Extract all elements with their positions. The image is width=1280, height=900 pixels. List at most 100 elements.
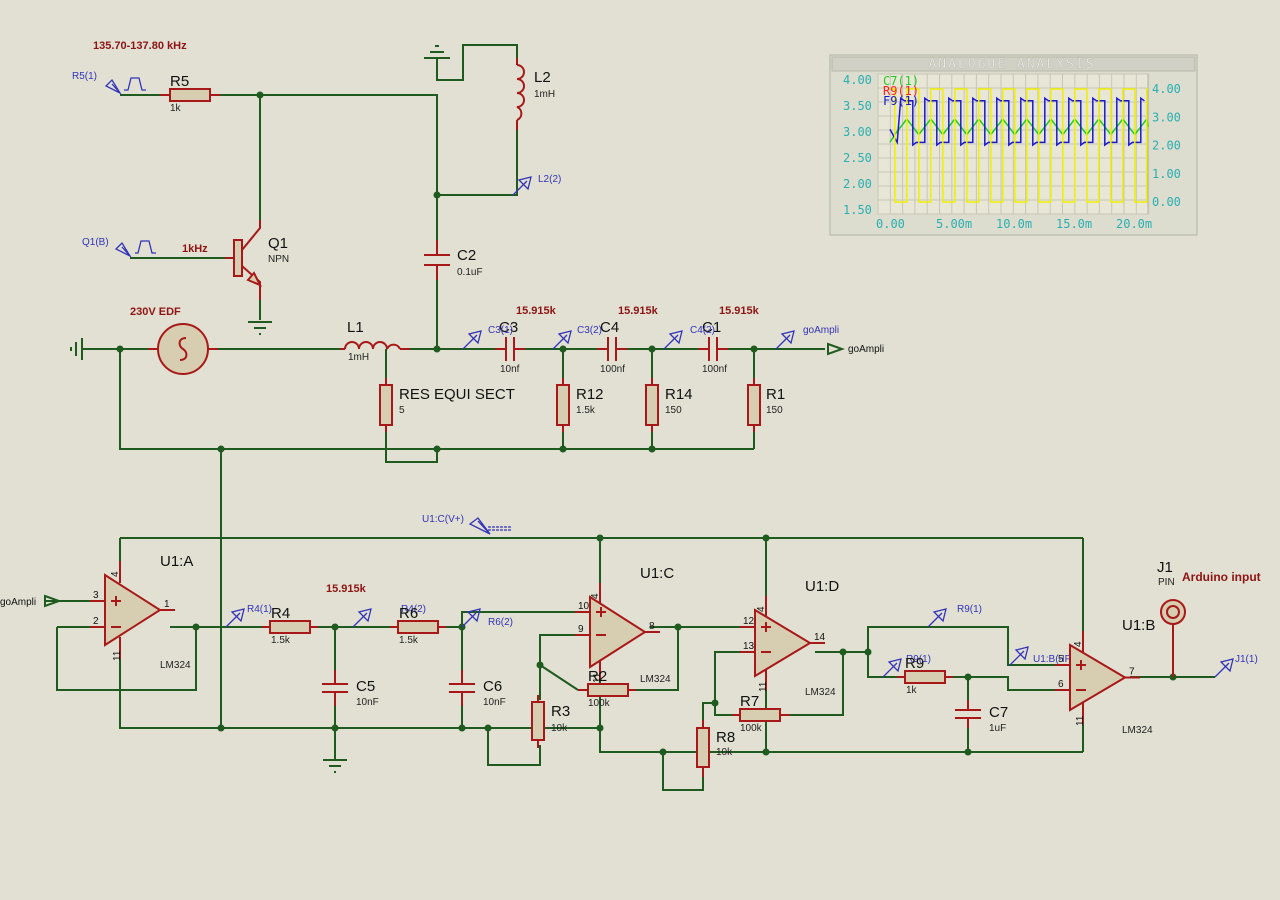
arduino-input-note: Arduino input xyxy=(1182,570,1261,584)
probe-r41[interactable]: R4(1) xyxy=(225,604,272,628)
r4-value: 1.5k xyxy=(271,635,291,646)
capacitor-c6[interactable]: C6 10nF xyxy=(449,670,506,708)
pin-number: 13 xyxy=(743,641,755,652)
capacitor-c2[interactable]: C2 0.1uF xyxy=(424,240,483,280)
opamp-ref: U1:B xyxy=(1122,617,1155,634)
potentiometer-r8[interactable]: R8 10k xyxy=(696,720,735,777)
r4-ref: R4 xyxy=(271,605,290,622)
probe-arrow-icon xyxy=(512,176,532,196)
capacitor-c7[interactable]: C7 1uF xyxy=(955,700,1008,734)
probe-label: C3(2) xyxy=(577,325,602,336)
pin-number: 4 xyxy=(110,571,121,577)
probe-label: J1(1) xyxy=(1235,654,1258,665)
graph-legend: C7(1)R9(1)F9(1) xyxy=(883,74,919,108)
opamp-ref: U1:D xyxy=(805,578,839,595)
pin-number: 11 xyxy=(112,650,123,661)
resistor-r6[interactable]: R6 1.5k xyxy=(390,605,446,646)
c6-value: 10nF xyxy=(483,697,506,708)
c4-freq-note: 15.915k xyxy=(618,305,659,317)
r3-value: 10k xyxy=(551,723,568,734)
graph-title: ANALOGUE ANALYSIS xyxy=(928,57,1095,72)
probe-j1[interactable]: J1(1) xyxy=(1214,654,1258,678)
resistor-res-equi-sect[interactable]: RES EQUI SECT 5 xyxy=(379,378,515,432)
opamp-value: LM324 xyxy=(160,660,191,671)
probe-label: goAmpli xyxy=(803,325,839,336)
resistor-r14[interactable]: R14 150 xyxy=(645,378,693,432)
potentiometer-r2[interactable]: R2 100k xyxy=(578,668,636,709)
potentiometer-r3[interactable]: R3 10k xyxy=(531,695,570,748)
probe-l2[interactable]: L2(2) xyxy=(512,174,561,196)
pin-number: 11 xyxy=(758,681,769,692)
resistor-r1[interactable]: R1 150 xyxy=(747,378,785,432)
probe-arrow-icon xyxy=(1214,658,1234,678)
probe-c4[interactable]: C4(2) xyxy=(663,325,715,350)
x-tick: 15.0m xyxy=(1056,217,1092,231)
probe-vplus[interactable]: U1:C(V+) xyxy=(422,514,512,535)
q1-ref: Q1 xyxy=(268,235,288,252)
probe-r5-label: R5(1) xyxy=(72,71,97,82)
opamp-u1d[interactable]: 12 13 14 4 11 U1:D LM324 xyxy=(740,578,839,698)
probe-arrow-icon xyxy=(225,608,245,628)
r14-value: 150 xyxy=(665,405,682,416)
opamp-value: LM324 xyxy=(805,687,836,698)
capacitor-c4[interactable]: C4 100nf 15.915k xyxy=(597,305,659,375)
r1-ref: R1 xyxy=(766,386,785,403)
transistor-q1[interactable]: Q1 NPN xyxy=(225,220,289,300)
pulse-generator-r5[interactable]: R5(1) xyxy=(72,71,146,95)
probe-label: U1:B(-IP) xyxy=(1033,654,1075,665)
legend-entry: F9(1) xyxy=(883,94,919,108)
probe-c3b[interactable]: C3(2) xyxy=(552,325,602,350)
r2-value: 100k xyxy=(588,698,611,709)
r6-value: 1.5k xyxy=(399,635,419,646)
frequency-range-note: 135.70-137.80 kHz xyxy=(93,40,187,52)
opamp-ref: U1:A xyxy=(160,553,193,570)
inductor-l2[interactable]: L2 1mH xyxy=(516,58,555,130)
res-value: 5 xyxy=(399,405,405,416)
probe-q1-label: Q1(B) xyxy=(82,237,109,248)
c1-value: 100nf xyxy=(702,364,727,375)
potentiometer-r7[interactable]: R7 100k xyxy=(732,693,790,734)
r12-ref: R12 xyxy=(576,386,604,403)
c3-freq-note: 15.915k xyxy=(516,305,557,317)
capacitor-c1[interactable]: C1 100nf 15.915k xyxy=(698,305,760,375)
capacitor-c5[interactable]: C5 10nF xyxy=(322,670,379,708)
capacitor-c3[interactable]: C3 10nf 15.915k xyxy=(495,305,557,375)
probe-u1b[interactable]: U1:B(-IP) xyxy=(1009,646,1075,666)
probe-arrow-icon xyxy=(1009,646,1029,666)
analogue-analysis-graph[interactable]: ANALOGUE ANALYSIS 1.50 2.00 2.50 3.00 3.50 4.… xyxy=(829,54,1198,236)
q1-value: NPN xyxy=(268,254,289,265)
y-right-tick: 2.00 xyxy=(1152,139,1181,153)
pin-number: 10 xyxy=(578,601,590,612)
resistor-r5[interactable]: R5 1k xyxy=(160,73,220,114)
probe-arrow-icon xyxy=(882,658,902,678)
r3-ref: R3 xyxy=(551,703,570,720)
probe-arrow-icon xyxy=(775,330,795,350)
pulse-generator-q1[interactable]: Q1(B) xyxy=(82,237,156,258)
r4-freq-note: 15.915k xyxy=(326,583,367,595)
r9-value: 1k xyxy=(906,685,918,696)
opamp-ref: U1:C xyxy=(640,565,674,582)
probe-r91[interactable]: R9(1) xyxy=(927,604,982,628)
c5-ref: C5 xyxy=(356,678,375,695)
pin-number: 5 xyxy=(1058,654,1064,665)
c7-value: 1uF xyxy=(989,723,1006,734)
probe-label: R6(2) xyxy=(488,617,513,628)
y-left-tick: 2.00 xyxy=(843,177,872,191)
r2-ref: R2 xyxy=(588,668,607,685)
pin-number: 11 xyxy=(1075,715,1086,726)
terminal-goampli-out[interactable]: goAmpli xyxy=(827,342,884,356)
opamp-value: LM324 xyxy=(1122,725,1153,736)
resistor-r4[interactable]: R4 1.5k xyxy=(262,605,318,646)
resistor-r12[interactable]: R12 1.5k xyxy=(556,378,604,432)
x-tick: 10.0m xyxy=(996,217,1032,231)
opamp-u1c[interactable]: 109 8411U1:CLM324 xyxy=(575,565,674,685)
opamp-u1a[interactable]: 3 2 1 4 11 U1:A LM324 xyxy=(90,553,193,671)
r12-value: 1.5k xyxy=(576,405,596,416)
ac-source-230v[interactable]: 230V EDF xyxy=(130,306,218,375)
inductor-l1[interactable]: L1 1mH xyxy=(340,319,410,363)
l1-ref: L1 xyxy=(347,319,364,336)
y-left-tick: 4.00 xyxy=(843,73,872,87)
schematic-canvas[interactable]: R5 1k L2 1mH Q1 NPN C2 0.1uF 230V EDF L1… xyxy=(0,0,1280,900)
pin-number: 4 xyxy=(590,593,601,599)
y-right-tick: 0.00 xyxy=(1152,195,1181,209)
